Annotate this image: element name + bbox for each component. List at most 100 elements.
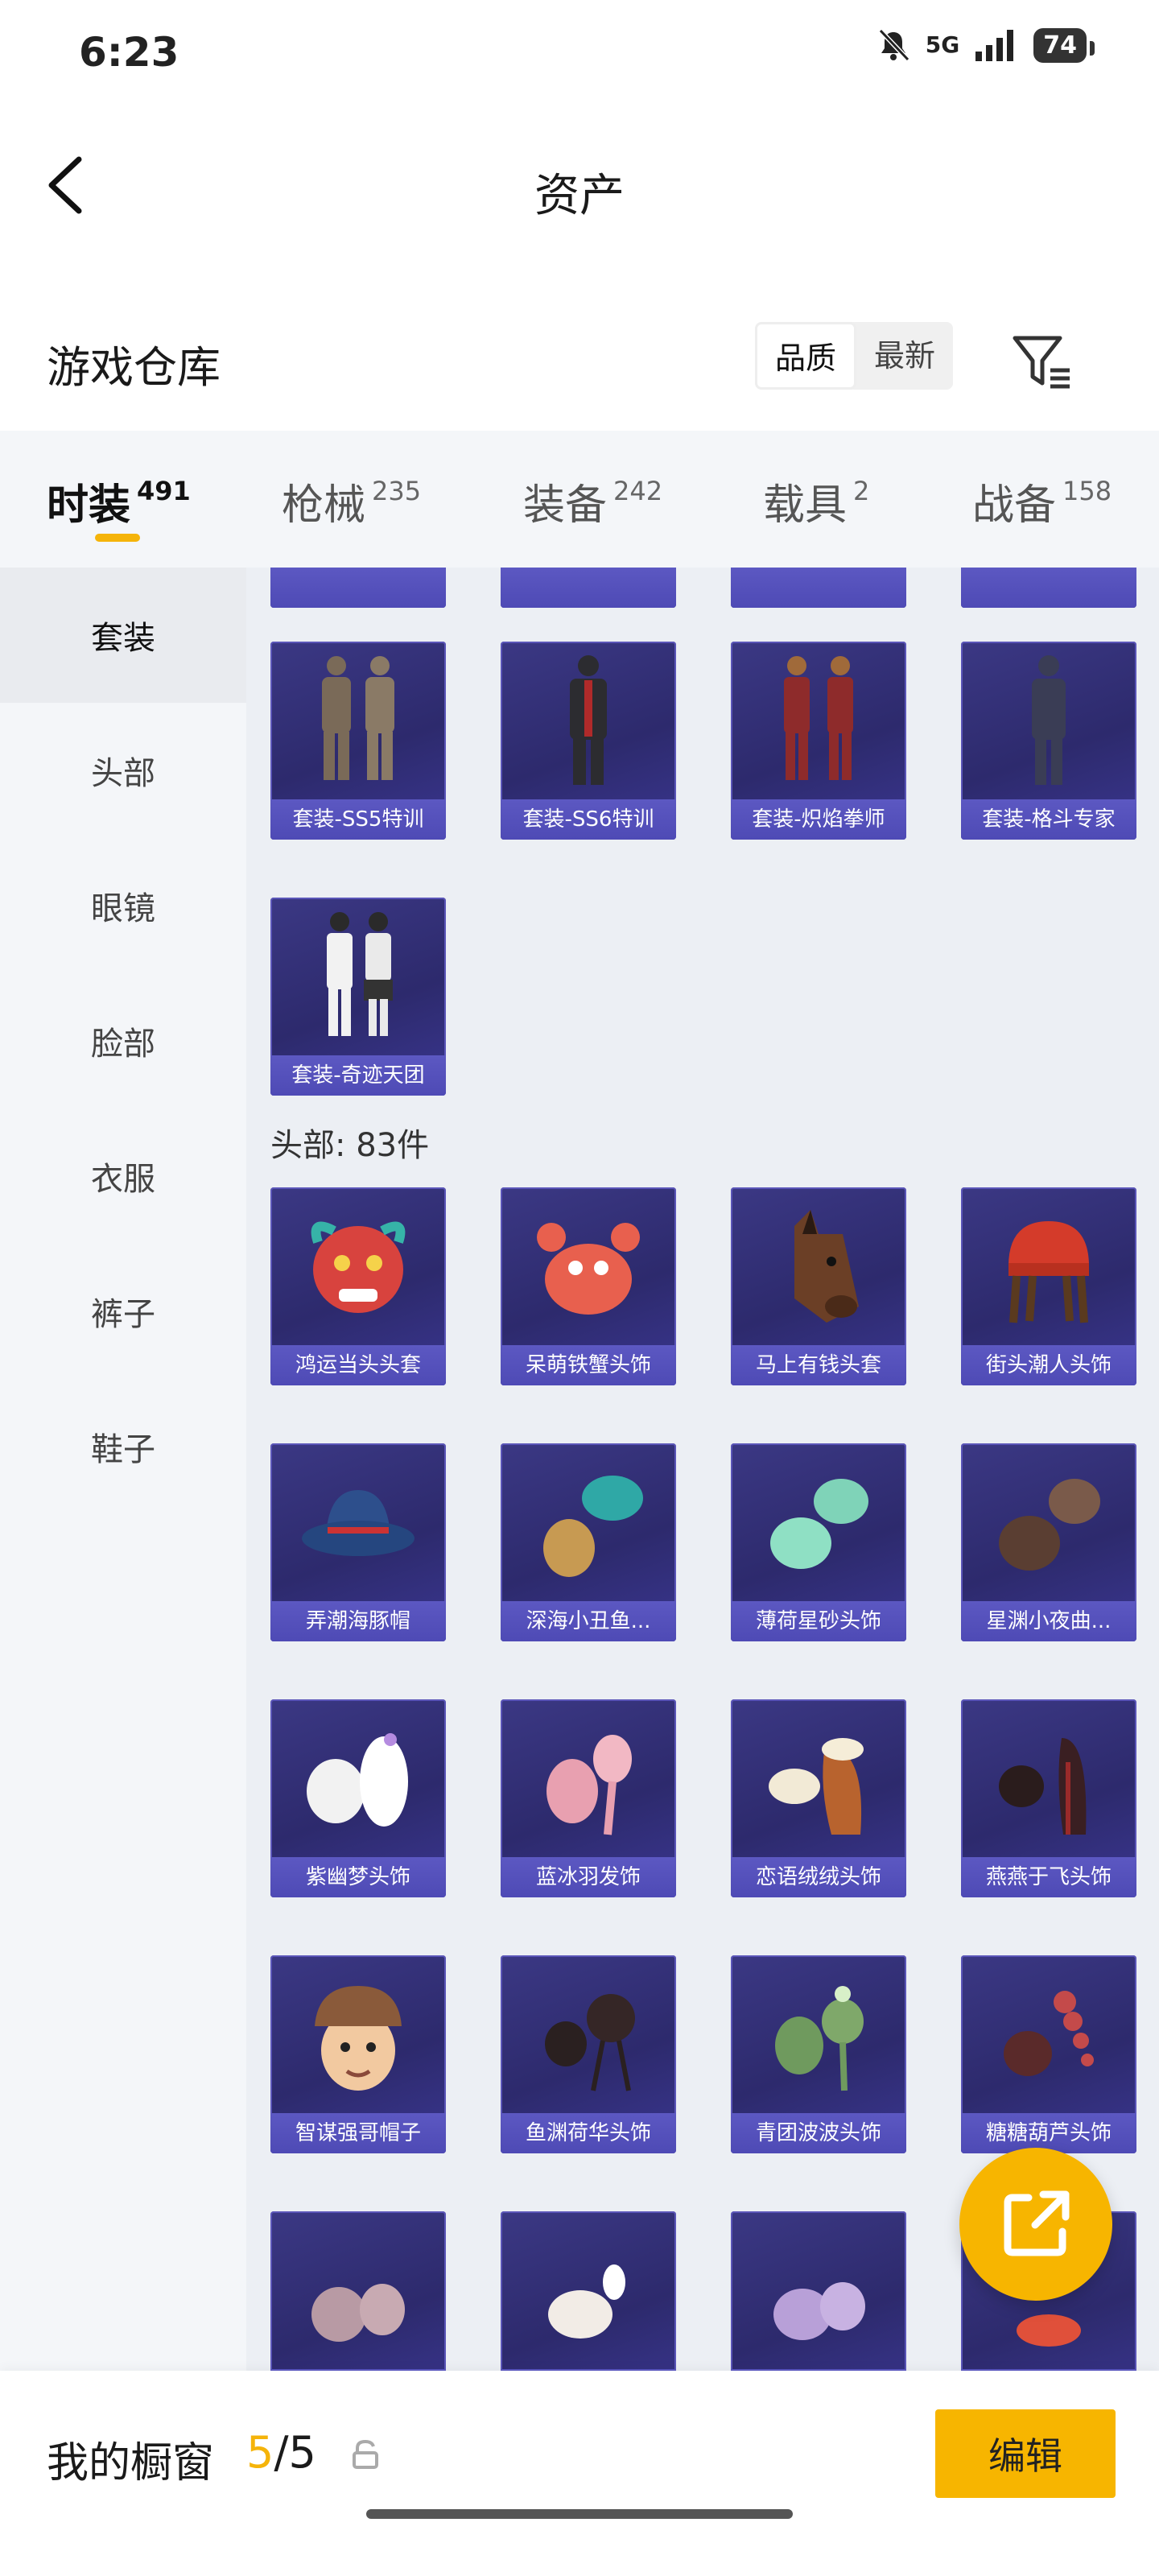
showcase-bar: 我的橱窗 5/5 编辑 xyxy=(0,2371,1159,2576)
item-label: 套装-炽焰拳师 xyxy=(731,799,906,840)
item-card[interactable]: 呆萌铁蟹头饰 xyxy=(501,1187,676,1385)
item-card[interactable]: 深海小丑鱼... xyxy=(501,1443,676,1641)
item-label: 蓝冰羽发饰 xyxy=(501,1857,676,1897)
tab-guns[interactable]: 枪械 235 xyxy=(282,471,421,531)
item-card[interactable]: 鱼渊荷华头饰 xyxy=(501,1955,676,2153)
item-card[interactable]: 套装-SS6特训 xyxy=(501,642,676,840)
hair-accessory-icon xyxy=(731,1443,906,1601)
item-card[interactable]: 弄潮海豚帽 xyxy=(270,1443,446,1641)
tab-count: 242 xyxy=(613,476,663,506)
item-card[interactable]: 紫幽梦头饰 xyxy=(270,1699,446,1897)
tab-count: 2 xyxy=(853,476,870,506)
dragon-mask-icon xyxy=(270,1187,446,1345)
item-label: 鱼渊荷华头饰 xyxy=(501,2113,676,2153)
item-card[interactable]: 薄荷星砂头饰 xyxy=(731,1443,906,1641)
hair-accessory-icon xyxy=(961,1443,1136,1601)
battery-indicator: 74 xyxy=(1033,27,1095,63)
hair-accessory-icon xyxy=(501,1955,676,2113)
signal-icon xyxy=(975,30,1014,61)
item-label: 套装-奇迹天团 xyxy=(270,1055,446,1096)
sidebar-item-shoes[interactable]: 鞋子 xyxy=(0,1379,246,1514)
item-card[interactable]: 星渊小夜曲... xyxy=(961,1443,1136,1641)
item-label: 恋语绒绒头饰 xyxy=(731,1857,906,1897)
external-link-icon xyxy=(1004,2190,1070,2256)
edit-button[interactable]: 编辑 xyxy=(935,2409,1116,2498)
tab-count: 491 xyxy=(137,476,191,506)
tab-vehicles[interactable]: 载具 2 xyxy=(763,471,869,531)
item-card[interactable]: 套装-SS5特训 xyxy=(270,642,446,840)
tab-fashion[interactable]: 时装 491 xyxy=(47,471,191,531)
tab-label: 时装 xyxy=(47,481,131,530)
warehouse-title: 游戏仓库 xyxy=(47,342,221,393)
item-card[interactable] xyxy=(731,568,906,608)
sort-toggle: 品质 最新 xyxy=(755,322,954,390)
item-card[interactable]: 街头潮人头饰 xyxy=(961,1187,1136,1385)
tab-battle-prep[interactable]: 战备 158 xyxy=(972,471,1112,531)
item-label: 套装-格斗专家 xyxy=(961,799,1136,840)
tab-label: 战备 xyxy=(972,481,1057,530)
item-card[interactable]: 马上有钱头套 xyxy=(731,1187,906,1385)
item-card[interactable]: 套装-格斗专家 xyxy=(961,642,1136,840)
item-label: 智谋强哥帽子 xyxy=(270,2113,446,2153)
section-title-head: 头部: 83件 xyxy=(270,1127,430,1164)
item-card[interactable]: 恋语绒绒头饰 xyxy=(731,1699,906,1897)
showcase-label: 我的橱窗 xyxy=(47,2439,215,2487)
hair-accessory-icon xyxy=(270,1699,446,1857)
item-label: 深海小丑鱼... xyxy=(501,1601,676,1641)
hair-accessory-icon xyxy=(731,1699,906,1857)
tab-label: 枪械 xyxy=(282,481,366,530)
item-card[interactable]: 套装-炽焰拳师 xyxy=(731,642,906,840)
sidebar-item-suit[interactable]: 套装 xyxy=(0,568,246,703)
item-label: 套装-SS5特训 xyxy=(270,799,446,840)
sidebar-item-pants[interactable]: 裤子 xyxy=(0,1244,246,1379)
item-label: 街头潮人头饰 xyxy=(961,1345,1136,1385)
item-card[interactable] xyxy=(731,2211,906,2371)
item-card[interactable]: 鸿运当头头套 xyxy=(270,1187,446,1385)
suit-figure-icon xyxy=(961,642,1136,799)
item-grid-area[interactable]: 套装-SS5特训 套装-SS6特训 套装-炽焰拳师 套装-格斗专家 套装-奇迹天… xyxy=(246,568,1159,2371)
item-card[interactable] xyxy=(961,568,1136,608)
item-card[interactable]: 智谋强哥帽子 xyxy=(270,1955,446,2153)
item-card[interactable]: 燕燕于飞头饰 xyxy=(961,1699,1136,1897)
sidebar-item-glasses[interactable]: 眼镜 xyxy=(0,838,246,973)
sidebar-item-face[interactable]: 脸部 xyxy=(0,973,246,1108)
sort-newest-button[interactable]: 最新 xyxy=(856,322,953,390)
sidebar-item-head[interactable]: 头部 xyxy=(0,703,246,838)
fur-hat-head-icon xyxy=(270,1955,446,2113)
suit-figure-icon xyxy=(731,642,906,799)
crab-hat-icon xyxy=(501,1187,676,1345)
active-tab-indicator xyxy=(95,534,140,542)
item-card[interactable]: 青团波波头饰 xyxy=(731,1955,906,2153)
share-fab-button[interactable] xyxy=(959,2148,1112,2301)
filter-icon[interactable] xyxy=(1010,330,1074,394)
item-label: 呆萌铁蟹头饰 xyxy=(501,1345,676,1385)
item-card[interactable] xyxy=(501,2211,676,2371)
warehouse-bar: 游戏仓库 品质 最新 xyxy=(0,314,1159,411)
item-label xyxy=(961,568,1136,608)
horse-mask-icon xyxy=(731,1187,906,1345)
page-header: 资产 xyxy=(0,121,1159,250)
item-label: 薄荷星砂头饰 xyxy=(731,1601,906,1641)
tab-equipment[interactable]: 装备 242 xyxy=(523,471,662,531)
item-card[interactable] xyxy=(501,568,676,608)
item-label: 套装-SS6特训 xyxy=(501,799,676,840)
bucket-hat-icon xyxy=(270,1443,446,1601)
sidebar: 套装 头部 眼镜 脸部 衣服 裤子 鞋子 xyxy=(0,568,246,2371)
tab-label: 载具 xyxy=(763,481,848,530)
item-card[interactable]: 套装-奇迹天团 xyxy=(270,898,446,1096)
item-card[interactable] xyxy=(270,568,446,608)
home-indicator[interactable] xyxy=(366,2509,793,2519)
sort-quality-button[interactable]: 品质 xyxy=(755,322,857,390)
hair-accessory-icon xyxy=(270,2211,446,2369)
item-card[interactable]: 蓝冰羽发饰 xyxy=(501,1699,676,1897)
item-card[interactable]: 糖糖葫芦头饰 xyxy=(961,1955,1136,2153)
beanie-dreads-icon xyxy=(961,1187,1136,1345)
item-card[interactable] xyxy=(270,2211,446,2371)
item-label xyxy=(501,568,676,608)
status-time: 6:23 xyxy=(79,29,179,76)
hair-accessory-icon xyxy=(501,1699,676,1857)
sidebar-item-clothes[interactable]: 衣服 xyxy=(0,1108,246,1244)
item-label xyxy=(270,568,446,608)
mute-icon xyxy=(878,28,909,62)
suit-figure-icon xyxy=(501,642,676,799)
